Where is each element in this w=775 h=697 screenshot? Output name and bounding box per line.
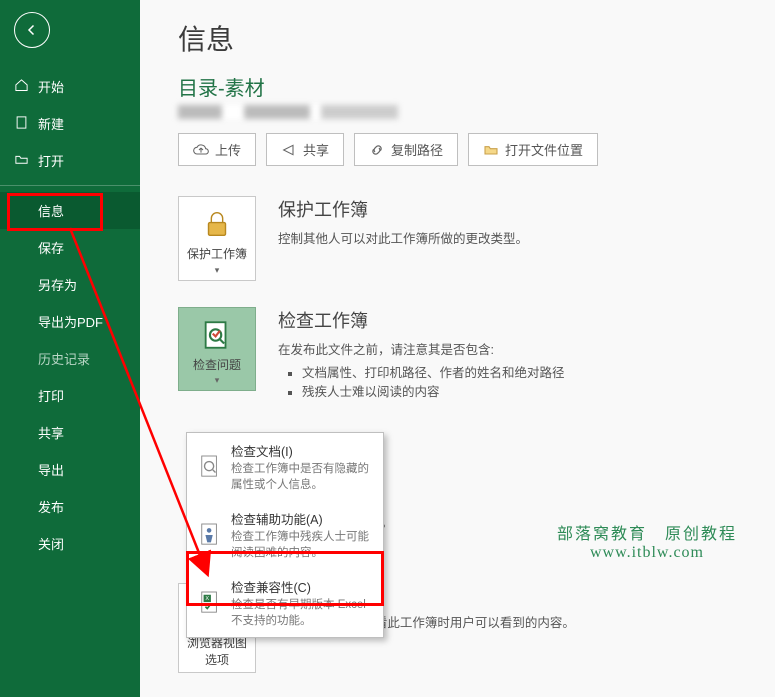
chevron-down-icon: ▾: [183, 375, 251, 386]
button-label: 打开文件位置: [505, 140, 583, 159]
new-icon: [14, 115, 32, 133]
sidebar-item-label: 开始: [38, 77, 64, 96]
document-path-blurred: [178, 105, 398, 119]
sidebar-item-exportpdf[interactable]: 导出为PDF: [0, 303, 140, 340]
sidebar-item-label: 关闭: [38, 534, 64, 553]
section-heading: 检查工作簿: [278, 307, 565, 333]
home-icon: [14, 78, 32, 96]
copy-path-button[interactable]: 复制路径: [354, 133, 458, 166]
sidebar-item-home[interactable]: 开始: [0, 68, 140, 105]
sidebar-separator: [0, 185, 140, 186]
button-label-line2: 选项: [183, 651, 251, 668]
sidebar-item-publish[interactable]: 发布: [0, 488, 140, 525]
open-icon: [14, 152, 32, 170]
accessibility-icon: [199, 522, 221, 548]
back-button[interactable]: [14, 12, 50, 48]
chevron-down-icon: ▾: [183, 265, 251, 276]
backstage-sidebar: 开始 新建 打开 信息 保存 另存为 导出为PDF 历史记录 打印 共享 导出 …: [0, 0, 140, 697]
section-lead: 在发布此文件之前，请注意其是否包含:: [278, 339, 565, 358]
menu-item-title: 检查辅助功能(A): [231, 509, 373, 528]
sidebar-item-saveas[interactable]: 另存为: [0, 266, 140, 303]
folder-icon: [483, 142, 499, 158]
button-label: 检查问题: [183, 358, 251, 374]
sidebar-item-label: 信息: [38, 201, 64, 220]
sidebar-item-label: 打开: [38, 151, 64, 170]
sidebar-item-label: 保存: [38, 238, 64, 257]
sidebar-item-share[interactable]: 共享: [0, 414, 140, 451]
button-label: 复制路径: [391, 140, 443, 159]
lock-icon: [200, 207, 234, 241]
button-label: 保护工作簿: [183, 247, 251, 263]
cloud-upload-icon: [193, 142, 209, 158]
sidebar-item-label: 新建: [38, 114, 64, 133]
link-icon: [369, 142, 385, 158]
sidebar-item-open[interactable]: 打开: [0, 142, 140, 179]
action-button-row: 上传 共享 复制路径 打开文件位置: [178, 133, 747, 166]
svg-text:X: X: [205, 596, 209, 602]
protect-workbook-button[interactable]: 保护工作簿 ▾: [178, 196, 256, 281]
sidebar-item-label: 历史记录: [38, 349, 90, 368]
page-title: 信息: [178, 18, 747, 58]
inspect-workbook-section: 检查问题 ▾ 检查工作簿 在发布此文件之前，请注意其是否包含: 文档属性、打印机…: [178, 307, 747, 404]
section-body: 保护工作簿 控制其他人可以对此工作簿所做的更改类型。: [278, 196, 528, 251]
sidebar-item-print[interactable]: 打印: [0, 377, 140, 414]
menu-item-desc: 检查是否有早期版本 Excel 不支持的功能。: [231, 598, 373, 629]
sidebar-item-save[interactable]: 保存: [0, 229, 140, 266]
share-button[interactable]: 共享: [266, 133, 344, 166]
sidebar-item-label: 另存为: [38, 275, 77, 294]
check-issues-dropdown: 检查文档(I) 检查工作簿中是否有隐藏的属性或个人信息。 检查辅助功能(A) 检…: [186, 432, 384, 638]
section-heading: 保护工作簿: [278, 196, 528, 222]
sidebar-item-label: 共享: [38, 423, 64, 442]
inspect-icon: [200, 318, 234, 352]
open-location-button[interactable]: 打开文件位置: [468, 133, 598, 166]
sidebar-item-label: 导出: [38, 460, 64, 479]
upload-button[interactable]: 上传: [178, 133, 256, 166]
issue-item: 残疾人士难以阅读的内容: [302, 381, 565, 400]
sidebar-item-new[interactable]: 新建: [0, 105, 140, 142]
sidebar-item-label: 发布: [38, 497, 64, 516]
arrow-left-icon: [23, 21, 41, 39]
inspect-document-icon: [199, 454, 221, 480]
sidebar-item-history[interactable]: 历史记录: [0, 340, 140, 377]
compatibility-icon: X: [199, 590, 221, 616]
button-label: 共享: [303, 140, 329, 159]
protect-workbook-section: 保护工作簿 ▾ 保护工作簿 控制其他人可以对此工作簿所做的更改类型。: [178, 196, 747, 281]
sidebar-item-export[interactable]: 导出: [0, 451, 140, 488]
watermark: 部落窝教育 原创教程 www.itblw.com: [557, 520, 737, 562]
button-label: 上传: [215, 140, 241, 159]
menu-item-check-accessibility[interactable]: 检查辅助功能(A) 检查工作簿中残疾人士可能阅读困难的内容。: [187, 501, 383, 569]
sidebar-item-label: 打印: [38, 386, 64, 405]
section-body: 检查工作簿 在发布此文件之前，请注意其是否包含: 文档属性、打印机路径、作者的姓…: [278, 307, 565, 404]
sidebar-item-label: 导出为PDF: [38, 312, 103, 331]
section-text: 控制其他人可以对此工作簿所做的更改类型。: [278, 228, 528, 247]
menu-item-title: 检查兼容性(C): [231, 577, 373, 596]
menu-item-check-compatibility[interactable]: X 检查兼容性(C) 检查是否有早期版本 Excel 不支持的功能。: [187, 569, 383, 637]
menu-item-inspect-document[interactable]: 检查文档(I) 检查工作簿中是否有隐藏的属性或个人信息。: [187, 433, 383, 501]
sidebar-item-info[interactable]: 信息: [0, 192, 140, 229]
menu-item-desc: 检查工作簿中残疾人士可能阅读困难的内容。: [231, 530, 373, 561]
watermark-line2: www.itblw.com: [557, 544, 737, 562]
check-issues-button[interactable]: 检查问题 ▾: [178, 307, 256, 392]
issue-list: 文档属性、打印机路径、作者的姓名和绝对路径 残疾人士难以阅读的内容: [278, 362, 565, 400]
document-title: 目录-素材: [178, 72, 747, 101]
issue-item: 文档属性、打印机路径、作者的姓名和绝对路径: [302, 362, 565, 381]
watermark-line1: 部落窝教育 原创教程: [557, 520, 737, 544]
share-icon: [281, 142, 297, 158]
menu-item-desc: 检查工作簿中是否有隐藏的属性或个人信息。: [231, 462, 373, 493]
menu-item-title: 检查文档(I): [231, 441, 373, 460]
sidebar-item-close[interactable]: 关闭: [0, 525, 140, 562]
